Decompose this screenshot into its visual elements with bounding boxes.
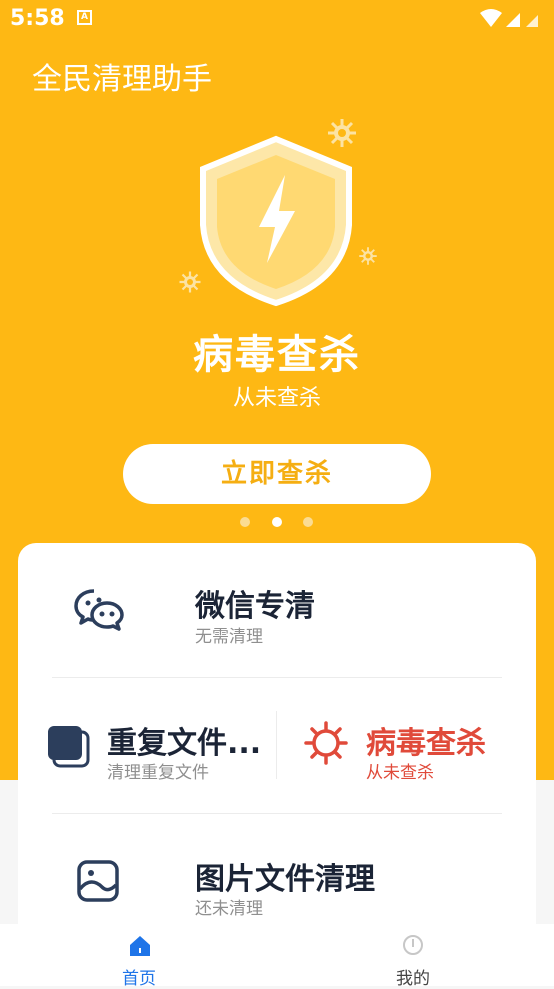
nav-mine-label: 我的 — [396, 969, 430, 989]
virus-icon — [304, 721, 348, 765]
nav-mine[interactable]: 我的 — [372, 924, 456, 989]
page-dot — [240, 517, 250, 527]
wechat-clean-title: 微信专清 — [195, 589, 315, 624]
wechat-clean-row[interactable]: 微信专清 无需清理 — [18, 543, 536, 677]
app-title: 全民清理助手 — [32, 62, 212, 97]
nav-home[interactable]: 首页 — [98, 924, 182, 989]
shield-icon — [200, 135, 352, 307]
bottom-nav: 首页 我的 — [0, 924, 554, 989]
virus-scan-row[interactable]: 病毒查杀 从未查杀 — [277, 678, 536, 813]
duplicate-files-title: 重复文件... — [107, 726, 262, 761]
hero-title: 病毒查杀 — [193, 332, 361, 378]
image-icon — [77, 860, 119, 902]
scan-now-button[interactable]: 立即查杀 — [123, 444, 431, 504]
wechat-icon — [74, 589, 124, 631]
home-icon — [130, 936, 150, 956]
page-dot — [303, 517, 313, 527]
nav-home-label: 首页 — [122, 969, 156, 989]
virus-decoration-icon — [328, 119, 356, 147]
image-clean-title: 图片文件清理 — [195, 862, 375, 897]
virus-scan-subtitle: 从未查杀 — [366, 763, 434, 783]
virus-decoration-icon — [179, 271, 201, 293]
duplicate-files-icon — [48, 726, 90, 768]
wifi-signal-battery-icon — [480, 9, 538, 27]
image-clean-subtitle: 还未清理 — [195, 899, 263, 919]
page-dot-active — [272, 517, 282, 527]
hero-subtitle: 从未查杀 — [232, 386, 321, 411]
virus-scan-title: 病毒查杀 — [366, 726, 486, 761]
user-icon — [403, 935, 423, 955]
wechat-clean-subtitle: 无需清理 — [195, 627, 263, 647]
duplicate-files-row[interactable]: 重复文件... 清理重复文件 — [18, 678, 276, 813]
feature-card: 微信专清 无需清理 重复文件... 清理重复文件 病毒查杀 从未查杀 图片文件清… — [18, 543, 536, 963]
virus-decoration-icon — [359, 247, 377, 265]
duplicate-files-subtitle: 清理重复文件 — [107, 763, 209, 783]
status-bar: 5:58 A — [0, 0, 554, 40]
notification-icon: A — [77, 10, 92, 25]
status-time: 5:58 — [10, 6, 65, 31]
